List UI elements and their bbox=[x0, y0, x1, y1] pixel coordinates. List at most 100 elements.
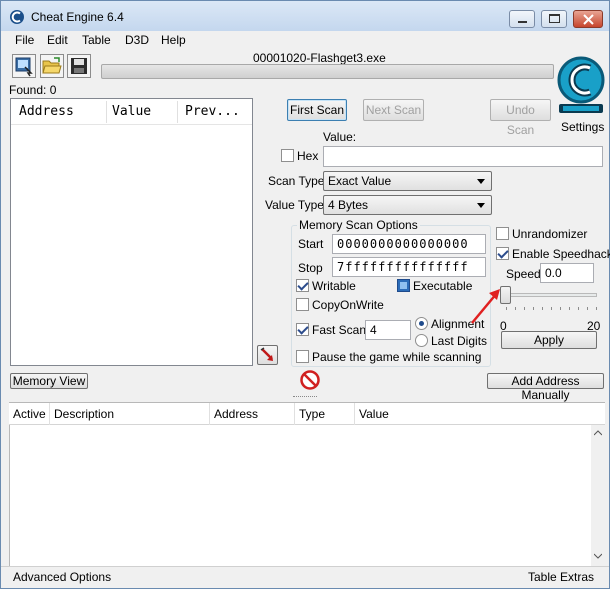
scroll-up-icon[interactable] bbox=[594, 430, 602, 436]
close-button[interactable] bbox=[573, 10, 603, 28]
enable-speedhack-label: Enable Speedhack bbox=[512, 247, 610, 261]
scan-type-label: Scan Type bbox=[268, 174, 325, 188]
column-divider[interactable] bbox=[49, 403, 50, 425]
address-column-value[interactable]: Value bbox=[359, 407, 389, 421]
red-arrow-annotation-icon bbox=[471, 289, 500, 324]
close-icon bbox=[583, 14, 594, 25]
value-type-value: 4 Bytes bbox=[328, 198, 369, 212]
menu-edit[interactable]: Edit bbox=[47, 33, 68, 47]
undo-scan-button[interactable]: Undo Scan bbox=[490, 99, 551, 137]
advanced-options-link[interactable]: Advanced Options bbox=[13, 570, 111, 584]
scan-type-select[interactable]: Exact Value bbox=[323, 171, 492, 191]
memory-view-button[interactable]: Memory View bbox=[10, 373, 88, 389]
slider-tick bbox=[515, 307, 516, 310]
speed-input[interactable]: 0.0 bbox=[540, 263, 594, 283]
slider-tick bbox=[533, 307, 534, 310]
results-column-address[interactable]: Address bbox=[19, 104, 74, 126]
open-file-button[interactable] bbox=[40, 54, 64, 78]
first-scan-button[interactable]: First Scan bbox=[287, 99, 347, 121]
slider-tick bbox=[560, 307, 561, 310]
pause-game-checkbox[interactable] bbox=[296, 350, 309, 363]
menu-table[interactable]: Table bbox=[82, 33, 111, 47]
column-divider[interactable] bbox=[354, 403, 355, 425]
found-count: Found: 0 bbox=[9, 83, 57, 97]
stop-button[interactable] bbox=[300, 370, 320, 390]
address-column-type[interactable]: Type bbox=[299, 407, 325, 421]
slider-tick bbox=[569, 307, 570, 310]
value-type-select[interactable]: 4 Bytes bbox=[323, 195, 492, 215]
results-column-previous[interactable]: Prev... bbox=[185, 104, 240, 126]
menu-d3d[interactable]: D3D bbox=[125, 33, 149, 47]
results-list[interactable]: Address Value Prev... bbox=[10, 98, 253, 366]
scroll-down-icon[interactable] bbox=[594, 553, 602, 559]
menu-file[interactable]: File bbox=[15, 33, 34, 47]
pointer-arrow-icon bbox=[260, 347, 273, 361]
start-label: Start bbox=[298, 237, 324, 251]
fast-scan-checkbox[interactable] bbox=[296, 323, 309, 336]
unrandomizer-label: Unrandomizer bbox=[512, 227, 588, 241]
writable-checkbox[interactable] bbox=[296, 279, 309, 292]
last-digits-radio[interactable] bbox=[415, 334, 428, 347]
executable-label: Executable bbox=[413, 279, 473, 293]
results-header: Address Value Prev... bbox=[11, 99, 252, 125]
column-divider[interactable] bbox=[177, 101, 178, 123]
column-divider[interactable] bbox=[294, 403, 295, 425]
table-extras-link[interactable]: Table Extras bbox=[528, 570, 594, 584]
checkbox-indeterminate-mark bbox=[400, 282, 407, 289]
value-label: Value: bbox=[323, 130, 357, 144]
chevron-down-icon bbox=[477, 179, 485, 184]
column-divider[interactable] bbox=[209, 403, 210, 425]
apply-speed-button[interactable]: Apply bbox=[501, 331, 597, 349]
executable-checkbox[interactable] bbox=[397, 279, 410, 292]
address-column-address[interactable]: Address bbox=[214, 407, 258, 421]
alignment-radio[interactable] bbox=[415, 317, 428, 330]
slider-tick bbox=[596, 307, 597, 310]
fast-scan-label: Fast Scan bbox=[312, 323, 367, 337]
stop-address-input[interactable]: 7fffffffffffffff bbox=[332, 257, 486, 277]
save-button[interactable] bbox=[67, 54, 91, 78]
copyonwrite-label: CopyOnWrite bbox=[312, 298, 384, 312]
address-column-description[interactable]: Description bbox=[54, 407, 114, 421]
fast-scan-input[interactable]: 4 bbox=[365, 320, 411, 340]
slider-tick bbox=[524, 307, 525, 310]
memory-scan-options-title: Memory Scan Options bbox=[297, 218, 420, 232]
value-type-label: Value Type bbox=[265, 198, 324, 212]
slider-tick bbox=[542, 307, 543, 310]
address-list[interactable] bbox=[9, 402, 605, 567]
slider-tick bbox=[506, 307, 507, 310]
cheat-engine-icon bbox=[10, 10, 24, 24]
writable-label: Writable bbox=[312, 279, 356, 293]
select-process-icon bbox=[15, 57, 33, 77]
title-bar[interactable]: Cheat Engine 6.4 bbox=[1, 1, 609, 31]
pause-game-label: Pause the game while scanning bbox=[312, 350, 482, 364]
maximize-button[interactable] bbox=[541, 10, 567, 28]
pointer-button[interactable] bbox=[257, 345, 278, 365]
save-icon bbox=[71, 58, 87, 74]
settings-link[interactable]: Settings bbox=[561, 120, 604, 134]
address-list-scrollbar[interactable] bbox=[591, 425, 605, 566]
enable-speedhack-checkbox[interactable] bbox=[496, 247, 509, 260]
hex-checkbox[interactable] bbox=[281, 149, 294, 162]
slider-tick bbox=[587, 307, 588, 310]
slider-tick bbox=[551, 307, 552, 310]
speed-slider-track[interactable] bbox=[501, 293, 597, 297]
start-address-input[interactable]: 0000000000000000 bbox=[332, 234, 486, 254]
add-address-manually-button[interactable]: Add Address Manually bbox=[487, 373, 604, 402]
last-digits-label: Last Digits bbox=[431, 334, 488, 348]
menu-help[interactable]: Help bbox=[161, 33, 186, 47]
scan-progress-bar bbox=[101, 64, 554, 79]
next-scan-button[interactable]: Next Scan bbox=[363, 99, 424, 121]
column-divider[interactable] bbox=[106, 101, 107, 123]
address-column-active[interactable]: Active bbox=[13, 407, 46, 421]
minimize-button[interactable] bbox=[509, 10, 535, 28]
speed-label: Speed bbox=[506, 267, 541, 281]
value-input[interactable] bbox=[323, 146, 603, 167]
copyonwrite-checkbox[interactable] bbox=[296, 298, 309, 311]
slider-tick bbox=[578, 307, 579, 310]
cheat-engine-logo[interactable] bbox=[555, 48, 607, 118]
results-column-value[interactable]: Value bbox=[112, 104, 151, 126]
menu-bar: File Edit Table D3D Help bbox=[1, 31, 609, 49]
unrandomizer-checkbox[interactable] bbox=[496, 227, 509, 240]
select-process-button[interactable] bbox=[12, 54, 36, 78]
splitter-grip-icon bbox=[293, 396, 317, 398]
